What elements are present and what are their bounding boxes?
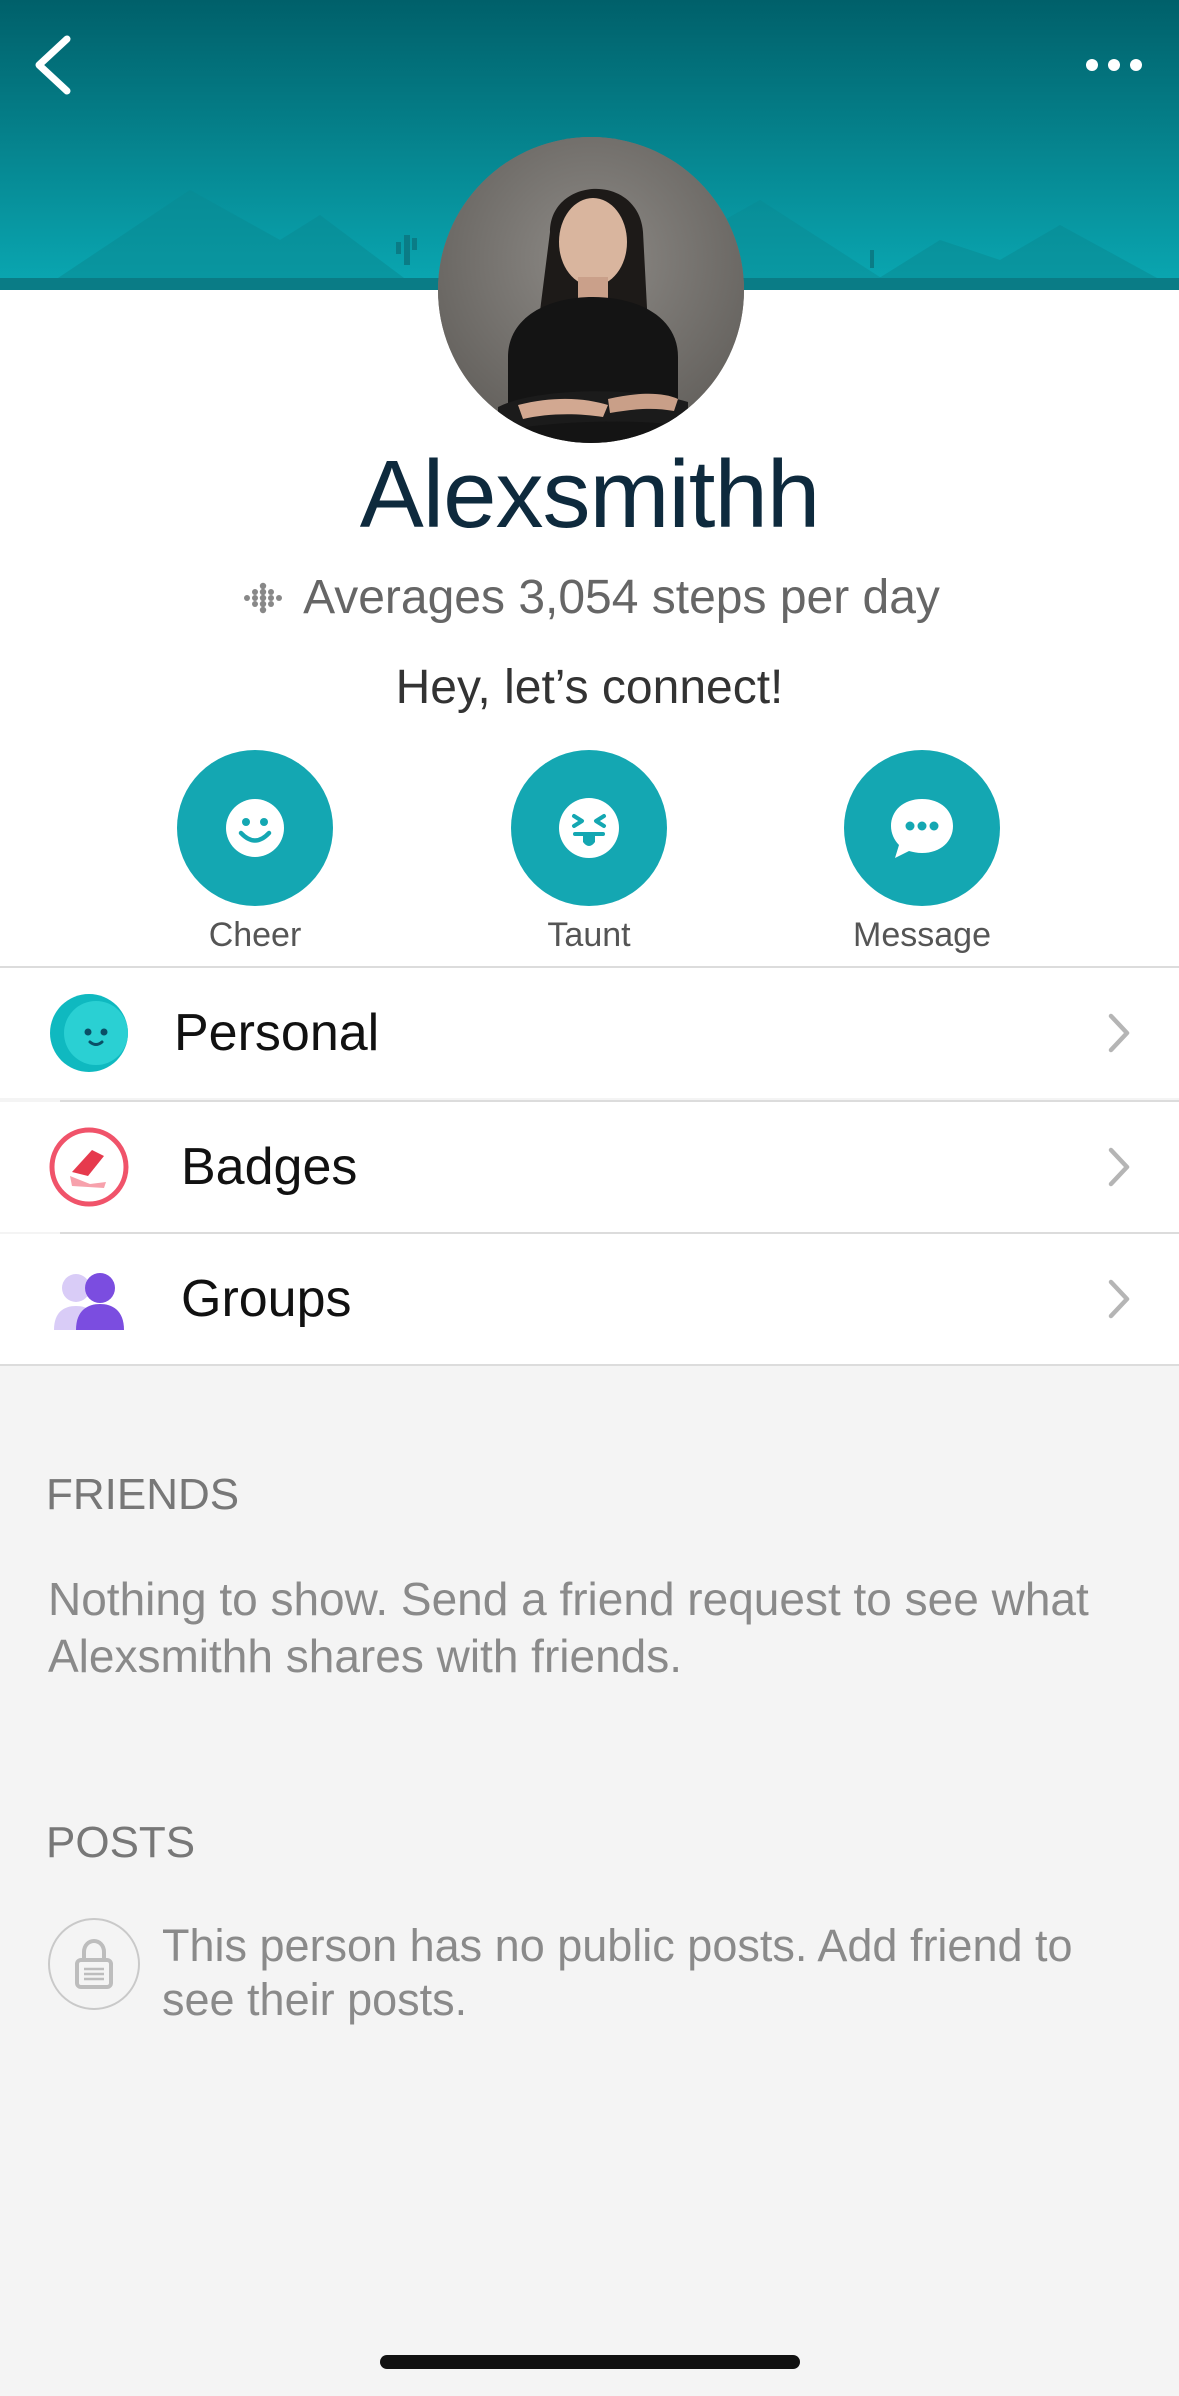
average-steps: Averages 3,054 steps per day [0, 570, 1179, 625]
menu-row-personal-label: Personal [174, 1004, 380, 1062]
chevron-right-icon [1108, 1013, 1130, 1053]
profile-name: Alexsmithh [359, 441, 821, 548]
personal-face-icon [50, 994, 128, 1072]
message-circle [844, 750, 1000, 906]
badge-shoe-icon [49, 1127, 129, 1207]
taunt-label: Taunt [547, 916, 631, 954]
cheer-label: Cheer [208, 916, 302, 954]
chat-bubble-icon [891, 799, 953, 858]
cheer-circle [177, 750, 333, 906]
back-button[interactable] [18, 30, 88, 100]
posts-empty-text: This person has no public posts. Add fri… [162, 1920, 1073, 2025]
chevron-right-icon [1108, 1279, 1130, 1319]
menu-row-personal[interactable]: Personal [0, 968, 1179, 1098]
friends-section-title: FRIENDS [46, 1470, 240, 1519]
menu-row-badges-label: Badges [181, 1138, 358, 1196]
home-indicator[interactable] [380, 2355, 800, 2369]
chevron-right-icon [1108, 1147, 1130, 1187]
ellipsis-icon [1086, 59, 1142, 71]
smile-face-icon [226, 799, 284, 857]
lock-icon [75, 1938, 113, 1989]
friends-empty-text: Nothing to show. Send a friend request t… [48, 1573, 1089, 1682]
menu-row-groups[interactable]: Groups [0, 1234, 1179, 1364]
tongue-face-icon [559, 798, 619, 858]
cheer-button[interactable]: Cheer [145, 750, 365, 955]
message-label: Message [853, 916, 991, 954]
taunt-button[interactable]: Taunt [479, 750, 699, 955]
profile-photo [438, 137, 744, 443]
message-button[interactable]: Message [812, 750, 1032, 955]
menu-bottom-divider [0, 1364, 1179, 1366]
fitbit-dots-icon [244, 582, 283, 613]
profile-bio: Hey, let’s connect! [395, 661, 784, 714]
lock-badge [48, 1918, 140, 2010]
menu-row-groups-label: Groups [181, 1270, 352, 1328]
posts-section-title: POSTS [46, 1818, 196, 1867]
chevron-left-icon [35, 35, 71, 95]
avatar [438, 137, 744, 443]
more-options-button[interactable] [1079, 40, 1149, 90]
menu-row-badges[interactable]: Badges [0, 1102, 1179, 1232]
average-steps-text: Averages 3,054 steps per day [303, 571, 940, 624]
taunt-circle [511, 750, 667, 906]
groups-people-icon [54, 1273, 124, 1330]
